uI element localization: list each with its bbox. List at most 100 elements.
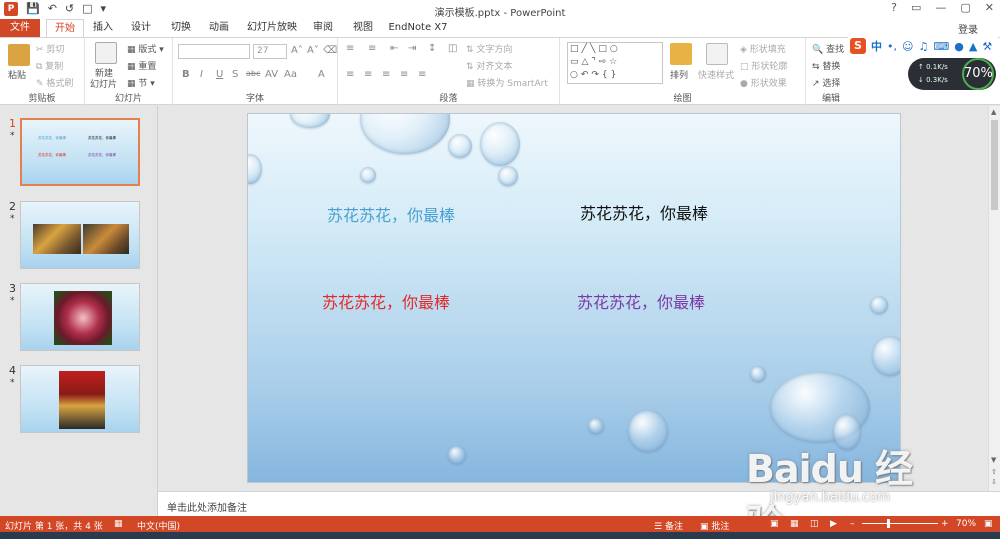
copy-button[interactable]: ⧉ 复制 — [36, 59, 63, 72]
slideshow-view-icon[interactable]: ▶ — [830, 519, 837, 529]
align-text-button[interactable]: ⇅ 对齐文本 — [466, 59, 512, 72]
language-status[interactable]: 中文(中国) — [137, 519, 180, 532]
grow-font-icon[interactable]: A˄ — [291, 45, 303, 56]
font-size-combo[interactable]: 27 — [253, 44, 287, 59]
align-center-icon[interactable]: ≡ — [364, 69, 372, 80]
underline-button[interactable]: U — [216, 69, 223, 80]
emoji-icon[interactable]: ☺ — [902, 40, 913, 53]
tab-view[interactable]: 视图 — [348, 19, 378, 37]
notes-placeholder[interactable]: 单击此处添加备注 — [167, 499, 247, 514]
shadow-button[interactable]: S — [232, 69, 238, 80]
bullets-icon[interactable]: ≡ — [346, 43, 354, 54]
find-button[interactable]: 🔍 查找 — [812, 42, 844, 55]
align-left-icon[interactable]: ≡ — [346, 69, 354, 80]
slide-text-black[interactable]: 苏花苏花，你最棒 — [580, 200, 708, 224]
font-name-combo[interactable] — [178, 44, 250, 59]
previous-slide-icon[interactable]: ⇧ — [991, 468, 997, 476]
vertical-scrollbar[interactable]: ▲ ▼ ⇧ ⇩ — [988, 106, 1000, 491]
decrease-indent-icon[interactable]: ⇤ — [390, 43, 398, 54]
slide-sorter-icon[interactable]: ▦ — [790, 519, 799, 529]
tab-design[interactable]: 设计 — [126, 19, 156, 37]
slide-thumbnail-2[interactable] — [20, 201, 140, 269]
font-color-button[interactable]: A — [318, 69, 325, 80]
text-direction-button[interactable]: ⇅ 文字方向 — [466, 42, 512, 55]
zoom-slider[interactable] — [862, 523, 938, 524]
distributed-icon[interactable]: ≡ — [418, 69, 426, 80]
zoom-in-icon[interactable]: + — [941, 519, 949, 529]
quick-styles-button[interactable]: 快速样式 — [698, 68, 734, 81]
numbering-icon[interactable]: ≡ — [368, 43, 376, 54]
skin-icon[interactable]: ▲ — [969, 40, 977, 53]
tab-animations[interactable]: 动画 — [204, 19, 234, 37]
columns-icon[interactable]: ◫ — [448, 43, 457, 54]
bold-button[interactable]: B — [182, 69, 190, 80]
format-painter-button[interactable]: ✎ 格式刷 — [36, 76, 73, 89]
tab-endnote[interactable]: EndNote X7 — [388, 19, 448, 37]
zoom-slider-handle[interactable] — [887, 519, 890, 528]
sign-in-link[interactable]: 登录 — [958, 21, 978, 36]
sogou-logo-icon[interactable]: S — [850, 38, 866, 54]
slide-text-purple[interactable]: 苏花苏花，你最棒 — [577, 289, 705, 313]
scrollbar-thumb[interactable] — [991, 120, 998, 210]
change-case-button[interactable]: Aa — [284, 69, 297, 80]
minimize-button[interactable]: — — [935, 1, 946, 14]
shrink-font-icon[interactable]: A˅ — [307, 45, 319, 56]
strikethrough-button[interactable]: abc — [246, 69, 260, 78]
scroll-up-icon[interactable]: ▲ — [991, 108, 996, 116]
next-slide-icon[interactable]: ⇩ — [991, 478, 997, 486]
shapes-gallery[interactable]: □╱╲□○ ▭△⌝⇨☆ ○↶↷{} — [567, 42, 663, 84]
slide-thumbnail-3[interactable] — [20, 283, 140, 351]
comments-toggle[interactable]: ▣ 批注 — [700, 519, 729, 532]
maximize-button[interactable]: ▢ — [960, 1, 970, 14]
slide-text-blue[interactable]: 苏花苏花，你最棒 — [327, 202, 455, 226]
section-button[interactable]: ▦ 节 ▾ — [127, 76, 155, 89]
close-button[interactable]: ✕ — [985, 1, 994, 14]
fit-to-window-icon[interactable]: ▣ — [984, 519, 993, 529]
arrange-button[interactable]: 排列 — [670, 68, 688, 81]
reading-view-icon[interactable]: ◫ — [810, 519, 819, 529]
shape-outline-button[interactable]: □ 形状轮廓 — [740, 59, 787, 72]
layout-button[interactable]: ▦ 版式 ▾ — [127, 42, 164, 55]
punctuation-icon[interactable]: •, — [887, 40, 897, 53]
tools-icon[interactable]: ⚒ — [982, 40, 992, 53]
shapes-row-3-icon[interactable]: ○↶↷{} — [570, 70, 619, 80]
select-button[interactable]: ↗ 选择 — [812, 76, 840, 89]
new-slide-label-2[interactable]: 幻灯片 — [90, 77, 117, 90]
tab-transitions[interactable]: 切换 — [166, 19, 196, 37]
network-speed-widget[interactable]: ↑ 0.1K/s ↓ 0.3K/s 70% — [908, 58, 996, 90]
paste-button[interactable]: 粘贴 — [8, 68, 26, 81]
zoom-level[interactable]: 70% — [956, 519, 976, 529]
notes-toggle[interactable]: ☰ 备注 — [654, 519, 683, 532]
slide-thumbnail-1[interactable]: 苏花苏花，你最棒 苏花苏花，你最棒 苏花苏花，你最棒 苏花苏花，你最棒 — [20, 118, 140, 186]
scroll-down-icon[interactable]: ▼ — [991, 456, 996, 464]
char-spacing-button[interactable]: AV — [265, 69, 278, 80]
slide-text-red[interactable]: 苏花苏花，你最棒 — [322, 289, 450, 313]
justify-icon[interactable]: ≡ — [400, 69, 408, 80]
italic-button[interactable]: I — [200, 69, 203, 80]
line-spacing-icon[interactable]: ↕ — [428, 43, 436, 54]
keyboard-icon[interactable]: ⌨ — [933, 40, 949, 53]
zoom-out-icon[interactable]: – — [850, 519, 855, 529]
smartart-button[interactable]: ▦ 转换为 SmartArt — [466, 76, 548, 89]
increase-indent-icon[interactable]: ⇥ — [408, 43, 416, 54]
ime-mode-toggle[interactable]: 中 — [871, 38, 882, 54]
shape-fill-button[interactable]: ◈ 形状填充 — [740, 42, 786, 55]
spelling-icon[interactable]: ▦ — [114, 519, 123, 529]
slide-thumbnail-4[interactable] — [20, 365, 140, 433]
normal-view-icon[interactable]: ▣ — [770, 519, 779, 529]
shape-effects-button[interactable]: ● 形状效果 — [740, 76, 787, 89]
user-icon[interactable]: ● — [954, 40, 964, 53]
tab-insert[interactable]: 插入 — [88, 19, 118, 37]
help-button[interactable]: ? — [891, 1, 897, 14]
tab-home[interactable]: 开始 — [46, 19, 84, 37]
tab-slideshow[interactable]: 幻灯片放映 — [244, 19, 300, 37]
tab-file[interactable]: 文件 — [0, 19, 40, 37]
ribbon-display-button[interactable]: ▭ — [911, 1, 921, 14]
microphone-icon[interactable]: ♫ — [918, 40, 928, 53]
shapes-row-1-icon[interactable]: □╱╲□○ — [570, 44, 621, 54]
clear-format-icon[interactable]: ⌫ — [323, 45, 337, 56]
replace-button[interactable]: ⇆ 替换 — [812, 59, 840, 72]
align-right-icon[interactable]: ≡ — [382, 69, 390, 80]
tab-review[interactable]: 审阅 — [308, 19, 338, 37]
reset-button[interactable]: ▦ 重置 — [127, 59, 156, 72]
